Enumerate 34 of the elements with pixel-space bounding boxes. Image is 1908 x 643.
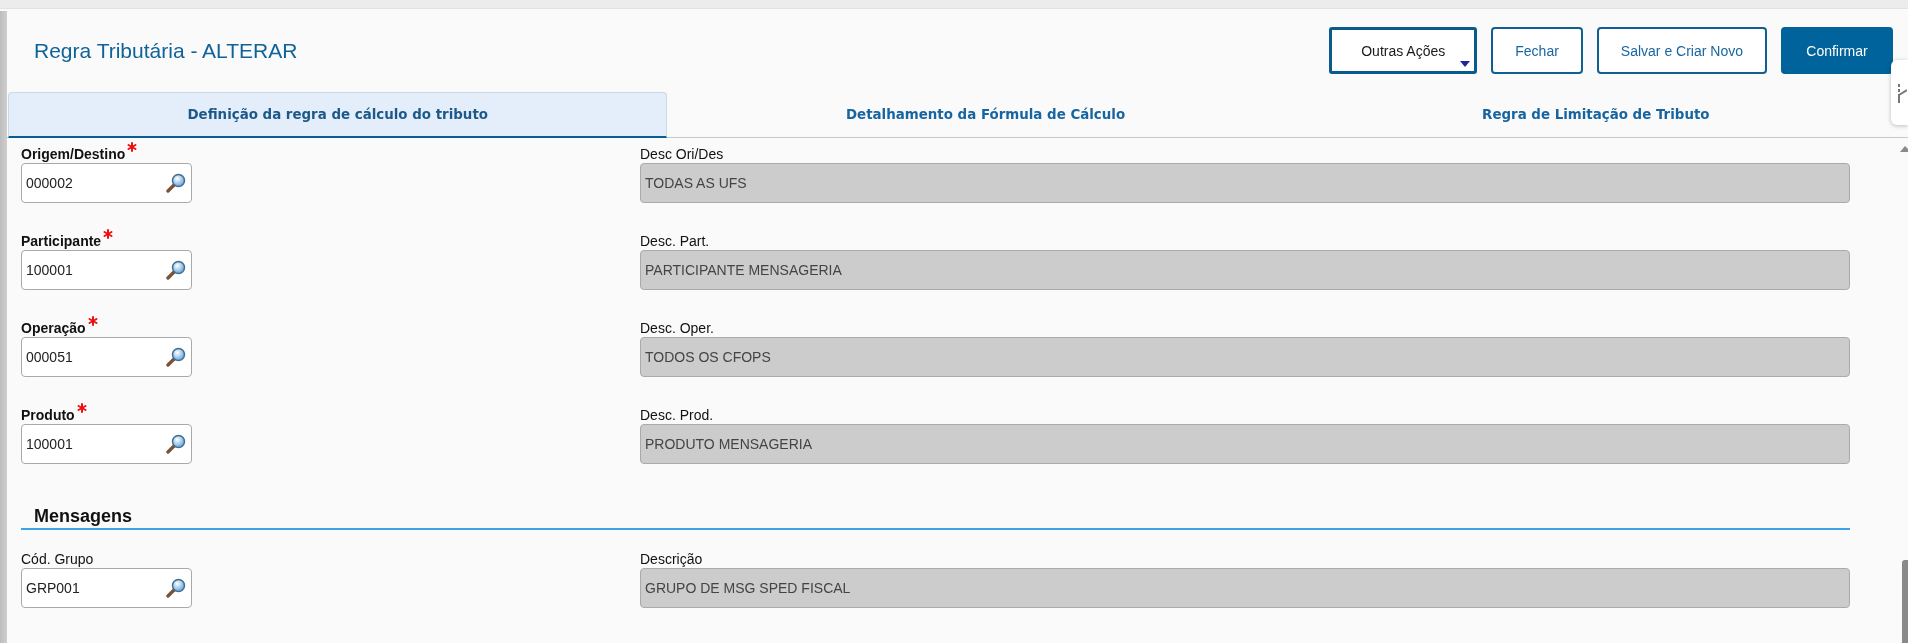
code-field[interactable]: 100001 <box>21 424 192 464</box>
secondary-button[interactable]: Fechar <box>1491 27 1583 74</box>
scroll-up-icon[interactable] <box>1900 146 1908 152</box>
field-label: Desc Ori/Des <box>640 146 724 163</box>
tab[interactable]: Regra de Limitação de Tributo <box>1303 92 1888 137</box>
search-icon[interactable] <box>166 434 186 454</box>
search-icon[interactable] <box>166 578 186 598</box>
field-label: Origem/Destino <box>21 146 126 163</box>
field-label: Cód. Grupo <box>21 551 94 568</box>
page-title: Regra Tributária - ALTERAR <box>34 38 298 63</box>
code-field[interactable]: 000051 <box>21 337 192 377</box>
field-label: Descrição <box>640 551 703 568</box>
caret-icon <box>1460 61 1471 67</box>
search-icon[interactable] <box>166 173 186 193</box>
field-label: Desc. Oper. <box>640 320 714 337</box>
code-field[interactable]: GRP001 <box>21 568 192 608</box>
field-label: Operação <box>21 320 86 337</box>
side-tab[interactable] <box>1891 60 1908 125</box>
secondary-button[interactable]: Salvar e Criar Novo <box>1596 27 1767 74</box>
lines-icon <box>1897 81 1907 104</box>
section-title: Mensagens <box>33 505 133 527</box>
field-label: Produto <box>21 407 75 424</box>
primary-button[interactable]: Confirmar <box>1781 27 1893 74</box>
field-label: Desc. Part. <box>640 233 710 250</box>
search-icon[interactable] <box>166 260 186 280</box>
tab[interactable]: Definição da regra de cálculo do tributo <box>8 92 668 138</box>
search-icon[interactable] <box>166 347 186 367</box>
field-label: Desc. Prod. <box>640 407 714 424</box>
scrollbar-thumb[interactable] <box>1902 560 1908 643</box>
field-label: Participante <box>21 233 102 250</box>
tab[interactable]: Detalhamento da Fórmula de Cálculo <box>667 92 1304 137</box>
code-field[interactable]: 000002 <box>21 163 192 203</box>
dropdown-button[interactable]: Outras Ações <box>1329 27 1478 74</box>
code-field[interactable]: 100001 <box>21 250 192 290</box>
